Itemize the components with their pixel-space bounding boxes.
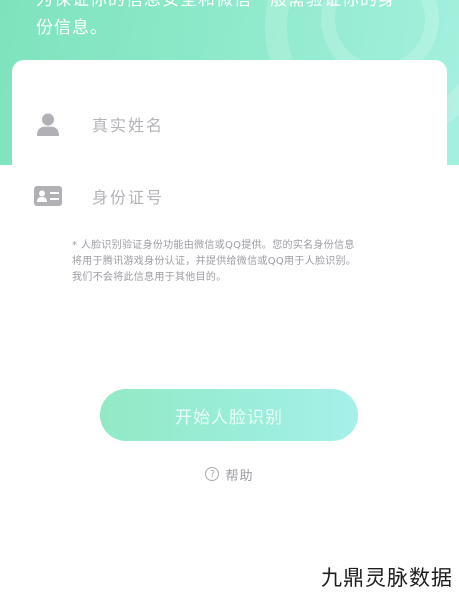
header-message-line: 为保证你的信息安全和微信一般需验证你的身 [36, 0, 396, 10]
person-icon [34, 110, 62, 138]
question-circle-icon: ? [205, 467, 220, 481]
help-label: 帮助 [225, 468, 254, 484]
privacy-notice-line: 将用于腾讯游戏身份认证，并提供给微信或QQ用于人脸识别。 [72, 256, 357, 267]
id-number-field[interactable]: 身份证号 [12, 166, 447, 226]
privacy-notice-line: * 人脸识别验证身份功能由微信或QQ提供。您的实名身份信息 [72, 240, 355, 251]
real-name-placeholder: 真实姓名 [92, 116, 165, 135]
watermark: 九鼎灵脉数据 [321, 566, 453, 590]
privacy-notice: * 人脸识别验证身份功能由微信或QQ提供。您的实名身份信息 将用于腾讯游戏身份认… [72, 238, 422, 286]
id-number-placeholder: 身份证号 [92, 188, 165, 207]
start-face-recognition-button[interactable]: 开始人脸识别 [100, 389, 358, 441]
real-name-field[interactable]: 真实姓名 [12, 94, 447, 154]
header-message-line: 份信息。 [36, 18, 108, 38]
privacy-notice-line: 我们不会将此信息用于其他目的。 [72, 272, 227, 283]
header-message: 为保证你的信息安全和微信一般需验证你的身 份信息。 [36, 0, 436, 42]
help-link[interactable]: ? 帮助 [0, 463, 459, 485]
form-card: 真实姓名 身份证号 * 人脸识别验证身份功能由微信或QQ提供。您的实名身份信息 … [12, 60, 447, 600]
id-card-icon [34, 182, 62, 210]
